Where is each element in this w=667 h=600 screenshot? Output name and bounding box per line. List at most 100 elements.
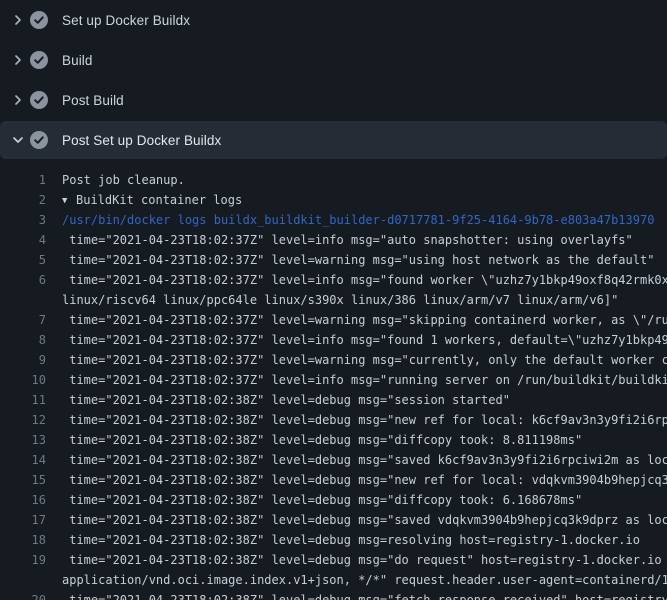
- log-line: 8 time="2021-04-23T18:02:37Z" level=info…: [0, 330, 667, 350]
- chevron-right-icon[interactable]: [10, 52, 26, 68]
- step-label: Build: [62, 53, 93, 68]
- line-text: time="2021-04-23T18:02:38Z" level=debug …: [62, 590, 667, 600]
- line-number[interactable]: 16: [0, 490, 46, 510]
- step-label: Post Set up Docker Buildx: [62, 133, 221, 148]
- line-text-content: time="2021-04-23T18:02:37Z" level=warnin…: [62, 313, 667, 327]
- line-text: Post job cleanup.: [62, 170, 185, 190]
- line-text-content: time="2021-04-23T18:02:38Z" level=debug …: [62, 493, 582, 507]
- line-number[interactable]: 11: [0, 390, 46, 410]
- line-text: time="2021-04-23T18:02:38Z" level=debug …: [62, 450, 667, 470]
- line-text: time="2021-04-23T18:02:38Z" level=debug …: [62, 410, 667, 430]
- line-text: time="2021-04-23T18:02:37Z" level=warnin…: [62, 310, 667, 330]
- log-line: 2 ▼BuildKit container logs: [0, 190, 667, 210]
- line-text: time="2021-04-23T18:02:37Z" level=info m…: [62, 370, 667, 390]
- log-line: 12 time="2021-04-23T18:02:38Z" level=deb…: [0, 410, 667, 430]
- line-number[interactable]: 9: [0, 350, 46, 370]
- check-circle-icon: [30, 91, 48, 109]
- line-text-content: linux/riscv64 linux/ppc64le linux/s390x …: [62, 293, 618, 307]
- log-line: 6 time="2021-04-23T18:02:37Z" level=info…: [0, 270, 667, 290]
- log-line: 4 time="2021-04-23T18:02:37Z" level=info…: [0, 230, 667, 250]
- line-text-content: time="2021-04-23T18:02:38Z" level=debug …: [62, 393, 510, 407]
- log-line: 3 /usr/bin/docker logs buildx_buildkit_b…: [0, 210, 667, 230]
- line-number[interactable]: 12: [0, 410, 46, 430]
- line-text: time="2021-04-23T18:02:37Z" level=info m…: [62, 230, 633, 250]
- line-number[interactable]: 18: [0, 530, 46, 550]
- line-text: ▼BuildKit container logs: [62, 190, 242, 210]
- line-text: time="2021-04-23T18:02:37Z" level=info m…: [62, 330, 667, 350]
- line-number[interactable]: 5: [0, 250, 46, 270]
- line-number[interactable]: 6: [0, 270, 46, 290]
- log-line: 19 time="2021-04-23T18:02:38Z" level=deb…: [0, 550, 667, 570]
- steps-list: Set up Docker Buildx Build: [0, 0, 667, 159]
- line-text-content: time="2021-04-23T18:02:38Z" level=debug …: [62, 533, 640, 547]
- chevron-right-icon[interactable]: [10, 92, 26, 108]
- log-line: 13 time="2021-04-23T18:02:38Z" level=deb…: [0, 430, 667, 450]
- line-number[interactable]: 14: [0, 450, 46, 470]
- line-text-content: time="2021-04-23T18:02:38Z" level=debug …: [62, 433, 582, 447]
- chevron-right-icon[interactable]: [10, 12, 26, 28]
- line-text-content: Post job cleanup.: [62, 173, 185, 187]
- line-number[interactable]: 15: [0, 470, 46, 490]
- line-text: time="2021-04-23T18:02:37Z" level=info m…: [62, 270, 667, 290]
- line-text: time="2021-04-23T18:02:38Z" level=debug …: [62, 470, 667, 490]
- log-area: 1 Post job cleanup. 2 ▼BuildKit containe…: [0, 160, 667, 600]
- log-line: 11 time="2021-04-23T18:02:38Z" level=deb…: [0, 390, 667, 410]
- line-number[interactable]: 13: [0, 430, 46, 450]
- line-number[interactable]: [0, 570, 46, 590]
- line-text-content: BuildKit container logs: [76, 193, 242, 207]
- line-text: linux/riscv64 linux/ppc64le linux/s390x …: [62, 290, 618, 310]
- log-line: application/vnd.oci.image.index.v1+json,…: [0, 570, 667, 590]
- log-line: 10 time="2021-04-23T18:02:37Z" level=inf…: [0, 370, 667, 390]
- line-number[interactable]: 20: [0, 590, 46, 600]
- line-text: time="2021-04-23T18:02:38Z" level=debug …: [62, 510, 667, 530]
- log-line: 18 time="2021-04-23T18:02:38Z" level=deb…: [0, 530, 667, 550]
- line-text: application/vnd.oci.image.index.v1+json,…: [62, 570, 667, 590]
- line-text-content: time="2021-04-23T18:02:38Z" level=debug …: [62, 593, 667, 600]
- step-row-post-set-up-docker-buildx[interactable]: Post Set up Docker Buildx: [0, 121, 667, 159]
- line-text-content: /usr/bin/docker logs buildx_buildkit_bui…: [62, 213, 654, 227]
- log-line: 1 Post job cleanup.: [0, 170, 667, 190]
- line-number[interactable]: 1: [0, 170, 46, 190]
- line-number[interactable]: 2: [0, 190, 46, 210]
- log-line: linux/riscv64 linux/ppc64le linux/s390x …: [0, 290, 667, 310]
- check-circle-icon: [30, 51, 48, 69]
- line-text-content: application/vnd.oci.image.index.v1+json,…: [62, 573, 667, 587]
- line-text: time="2021-04-23T18:02:38Z" level=debug …: [62, 550, 667, 570]
- line-text: time="2021-04-23T18:02:38Z" level=debug …: [62, 390, 510, 410]
- chevron-down-icon[interactable]: [10, 132, 26, 148]
- log-line: 15 time="2021-04-23T18:02:38Z" level=deb…: [0, 470, 667, 490]
- line-text-content: time="2021-04-23T18:02:37Z" level=warnin…: [62, 253, 654, 267]
- log-line: 16 time="2021-04-23T18:02:38Z" level=deb…: [0, 490, 667, 510]
- line-text-content: time="2021-04-23T18:02:38Z" level=debug …: [62, 453, 667, 467]
- line-text: time="2021-04-23T18:02:38Z" level=debug …: [62, 530, 640, 550]
- step-label: Set up Docker Buildx: [62, 13, 190, 28]
- line-number[interactable]: 19: [0, 550, 46, 570]
- line-text-content: time="2021-04-23T18:02:38Z" level=debug …: [62, 473, 667, 487]
- log-line: 14 time="2021-04-23T18:02:38Z" level=deb…: [0, 450, 667, 470]
- log-line: 9 time="2021-04-23T18:02:37Z" level=warn…: [0, 350, 667, 370]
- line-number[interactable]: 7: [0, 310, 46, 330]
- line-number[interactable]: 8: [0, 330, 46, 350]
- line-text: time="2021-04-23T18:02:38Z" level=debug …: [62, 430, 582, 450]
- log-line: 7 time="2021-04-23T18:02:37Z" level=warn…: [0, 310, 667, 330]
- line-text-content: time="2021-04-23T18:02:37Z" level=info m…: [62, 333, 667, 347]
- line-number[interactable]: 17: [0, 510, 46, 530]
- line-text: /usr/bin/docker logs buildx_buildkit_bui…: [62, 210, 654, 230]
- actions-log-viewer: Set up Docker Buildx Build: [0, 0, 667, 600]
- line-text-content: time="2021-04-23T18:02:38Z" level=debug …: [62, 413, 667, 427]
- line-text-content: time="2021-04-23T18:02:38Z" level=debug …: [62, 553, 667, 567]
- line-number[interactable]: [0, 290, 46, 310]
- check-circle-icon: [30, 131, 48, 149]
- log-line: 17 time="2021-04-23T18:02:38Z" level=deb…: [0, 510, 667, 530]
- line-text: time="2021-04-23T18:02:37Z" level=warnin…: [62, 250, 654, 270]
- step-row-build[interactable]: Build: [0, 40, 667, 80]
- step-row-post-build[interactable]: Post Build: [0, 80, 667, 120]
- line-text-content: time="2021-04-23T18:02:37Z" level=info m…: [62, 233, 633, 247]
- line-number[interactable]: 10: [0, 370, 46, 390]
- line-number[interactable]: 3: [0, 210, 46, 230]
- line-text: time="2021-04-23T18:02:38Z" level=debug …: [62, 490, 582, 510]
- triangle-down-icon[interactable]: ▼: [62, 191, 76, 211]
- line-number[interactable]: 4: [0, 230, 46, 250]
- line-text-content: time="2021-04-23T18:02:37Z" level=info m…: [62, 273, 667, 287]
- step-row-set-up-docker-buildx[interactable]: Set up Docker Buildx: [0, 0, 667, 40]
